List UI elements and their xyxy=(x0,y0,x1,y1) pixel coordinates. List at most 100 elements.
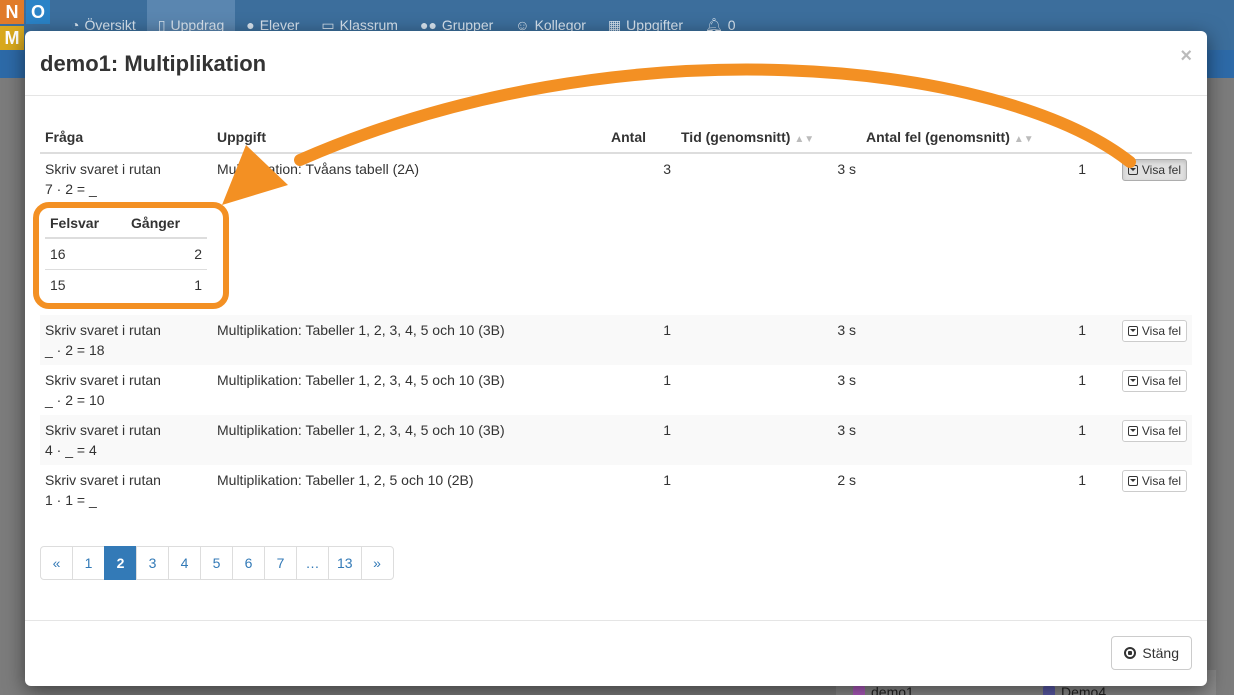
wrong-answers-row: Felsvar Gånger 16 2 15 1 xyxy=(40,204,1192,315)
page-link[interactable]: 4 xyxy=(168,546,201,580)
legend-swatch xyxy=(853,686,865,695)
errors-cell: 1 xyxy=(861,315,1091,365)
show-errors-button[interactable]: Visa fel xyxy=(1121,159,1187,181)
show-errors-button[interactable]: Visa fel xyxy=(1121,370,1187,392)
count-cell: 1 xyxy=(663,472,671,488)
stop-circle-icon xyxy=(1124,647,1137,659)
question-cell: Skriv svaret i rutan _ · 2 = 18 xyxy=(40,315,212,365)
table-row: Skriv svaret i rutan 7 · 2 = _ Multiplika… xyxy=(40,153,1192,204)
time-cell: 3 s xyxy=(676,315,861,365)
action-cell: Visa fel xyxy=(1091,465,1192,515)
show-errors-button[interactable]: Visa fel xyxy=(1121,470,1187,492)
column-header-errors[interactable]: Antal fel (genomsnitt) ▲▼ xyxy=(861,121,1091,154)
column-header-task: Uppgift xyxy=(212,121,606,154)
legend-swatch xyxy=(1043,686,1055,695)
question-expression: _ · 2 = 10 xyxy=(45,392,105,408)
question-text: Skriv svaret i rutan xyxy=(45,372,161,388)
column-header-errors-label: Antal fel (genomsnitt) xyxy=(866,128,1010,145)
question-cell: Skriv svaret i rutan 7 · 2 = _ xyxy=(40,153,212,204)
time-cell: 3 s xyxy=(676,415,861,465)
task-cell: Multiplikation: Tabeller 1, 2, 5 och 10 … xyxy=(217,472,474,488)
page-ellipsis: … xyxy=(296,546,329,580)
caret-square-icon xyxy=(1127,376,1138,386)
wrong-answers-header-row: Felsvar Gånger xyxy=(45,208,207,239)
show-errors-label: Visa fel xyxy=(1141,374,1181,388)
wrong-answer-value: 15 xyxy=(50,276,66,293)
questions-table: Fråga Uppgift Antal Tid (genomsnitt) ▲▼ A… xyxy=(40,121,1192,515)
count-cell: 1 xyxy=(606,315,676,365)
wrong-answer-value: 16 xyxy=(45,238,127,270)
errors-cell: 1 xyxy=(861,415,1091,465)
table-row: Skriv svaret i rutan _ · 2 = 10 Multiplik… xyxy=(40,365,1192,415)
question-expression: 1 · 1 = _ xyxy=(45,492,97,508)
times-value: 1 xyxy=(194,276,202,293)
page-link[interactable]: 6 xyxy=(232,546,265,580)
show-errors-button[interactable]: Visa fel xyxy=(1121,320,1187,342)
times-value: 2 xyxy=(126,238,207,270)
page-link[interactable]: 1 xyxy=(72,546,105,580)
caret-square-icon xyxy=(1127,326,1138,336)
show-errors-button[interactable]: Visa fel xyxy=(1121,420,1187,442)
wrong-answer-header: Felsvar xyxy=(45,208,127,239)
column-header-count: Antal xyxy=(606,121,676,154)
modal-header: demo1: Multiplikation × xyxy=(25,31,1207,96)
modal-title: demo1: Multiplikation xyxy=(40,51,267,76)
show-errors-label: Visa fel xyxy=(1141,324,1181,338)
question-cell: Skriv svaret i rutan 4 · _ = 4 xyxy=(40,415,212,465)
question-cell: Skriv svaret i rutan 1 · 1 = _ xyxy=(40,465,212,515)
pagination: « 1 2 3 4 5 6 7 … 13 » xyxy=(40,546,394,580)
table-header-row: Fråga Uppgift Antal Tid (genomsnitt) ▲▼ A… xyxy=(40,121,1192,154)
question-expression: 4 · _ = 4 xyxy=(45,442,97,458)
table-row: Skriv svaret i rutan 1 · 1 = _ Multiplika… xyxy=(40,465,1192,515)
page-link[interactable]: 7 xyxy=(264,546,297,580)
logo-letter: N xyxy=(0,0,24,24)
show-errors-label: Visa fel xyxy=(1141,424,1181,438)
page-prev[interactable]: « xyxy=(40,546,73,580)
action-cell: Visa fel xyxy=(1091,315,1192,365)
caret-square-icon xyxy=(1127,165,1138,175)
wrong-answers-cell: Felsvar Gånger 16 2 15 1 xyxy=(40,204,1192,315)
wrong-answers-table: Felsvar Gånger 16 2 15 1 xyxy=(45,208,207,300)
close-button[interactable]: Stäng xyxy=(1111,636,1192,670)
page-link[interactable]: 3 xyxy=(136,546,169,580)
time-cell: 2 s xyxy=(837,472,856,488)
page-link-active[interactable]: 2 xyxy=(104,546,137,580)
question-text: Skriv svaret i rutan xyxy=(45,322,161,338)
errors-cell: 1 xyxy=(1078,372,1086,388)
sort-icon: ▲▼ xyxy=(794,133,815,145)
page-next[interactable]: » xyxy=(360,546,394,580)
logo-letter: O xyxy=(26,0,50,24)
task-cell: Multiplikation: Tabeller 1, 2, 3, 4, 5 o… xyxy=(212,315,606,365)
question-text: Skriv svaret i rutan xyxy=(45,472,161,488)
table-row: Skriv svaret i rutan 4 · _ = 4 Multiplika… xyxy=(40,415,1192,465)
column-header-time-label: Tid (genomsnitt) xyxy=(681,128,791,145)
table-row: Skriv svaret i rutan _ · 2 = 18 Multiplik… xyxy=(40,315,1192,365)
time-cell: 3 s xyxy=(837,372,856,388)
show-errors-label: Visa fel xyxy=(1141,474,1181,488)
count-cell: 3 xyxy=(663,161,671,177)
column-header-count-label: Antal xyxy=(611,128,646,145)
count-cell: 1 xyxy=(606,415,676,465)
times-header: Gånger xyxy=(126,208,207,239)
close-button-label: Stäng xyxy=(1142,645,1179,661)
modal-dialog: demo1: Multiplikation × Fråga Uppgift An… xyxy=(25,31,1207,686)
question-cell: Skriv svaret i rutan _ · 2 = 10 xyxy=(40,365,212,415)
task-cell: Multiplikation: Tvåans tabell (2A) xyxy=(217,161,420,177)
page-link[interactable]: 5 xyxy=(200,546,233,580)
column-header-time[interactable]: Tid (genomsnitt) ▲▼ xyxy=(676,121,861,154)
errors-cell: 1 xyxy=(1078,472,1086,488)
logo-letter: M xyxy=(0,26,24,50)
time-cell: 3 s xyxy=(837,161,856,177)
task-cell: Multiplikation: Tabeller 1, 2, 3, 4, 5 o… xyxy=(212,415,606,465)
errors-cell: 1 xyxy=(1078,161,1086,177)
question-text: Skriv svaret i rutan xyxy=(45,161,161,177)
question-text: Skriv svaret i rutan xyxy=(45,422,161,438)
sort-icon: ▲▼ xyxy=(1013,133,1034,145)
action-cell: Visa fel xyxy=(1091,365,1192,415)
action-cell: Visa fel xyxy=(1091,153,1192,204)
question-expression: _ · 2 = 18 xyxy=(45,342,105,358)
column-header-actions xyxy=(1091,121,1192,154)
caret-square-icon xyxy=(1127,426,1138,436)
close-icon[interactable]: × xyxy=(1180,45,1192,68)
page-link[interactable]: 13 xyxy=(328,546,362,580)
